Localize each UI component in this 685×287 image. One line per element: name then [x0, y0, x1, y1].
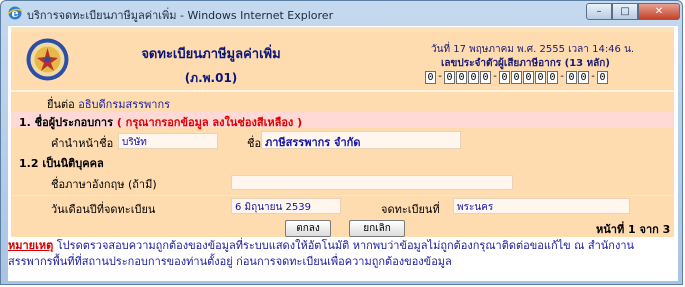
registered-at-field[interactable]: พระนคร — [453, 198, 630, 214]
form-panel: จดทะเบียนภาษีมูลค่าเพิ่ม (ภ.พ.01) วันที่… — [11, 32, 674, 237]
taxid-separator: - — [591, 71, 595, 82]
taxid-separator: - — [560, 71, 564, 82]
remark-note: หมายเหตุ โปรดตรวจสอบความถูกต้องของข้อมูล… — [8, 238, 668, 270]
current-date: วันที่ 17 พฤษภาคม พ.ศ. 2555 เวลา 14:46 น… — [431, 44, 635, 55]
taxid-digit[interactable]: 0 — [511, 71, 522, 84]
section-1-warning: ( กรุณากรอกข้อมูล ลงในช่องสีเหลือง ) — [116, 116, 303, 129]
taxid-digit[interactable]: 0 — [425, 71, 436, 84]
taxid-digit[interactable]: 0 — [566, 71, 577, 84]
taxid-digit[interactable]: 0 — [535, 71, 546, 84]
page-content: จดทะเบียนภาษีมูลค่าเพิ่ม (ภ.พ.01) วันที่… — [8, 26, 678, 281]
taxid-label: เลขประจำตัวผู้เสียภาษีอากร (13 หลัก) — [441, 58, 610, 69]
maximize-button[interactable]: □ — [612, 3, 638, 20]
form-code: (ภ.พ.01) — [184, 71, 238, 85]
taxid-digit[interactable]: 0 — [597, 71, 608, 84]
taxid-digit[interactable]: 0 — [480, 71, 491, 84]
english-name-field[interactable] — [231, 175, 513, 190]
taxid-digit[interactable]: 0 — [499, 71, 510, 84]
prefix-label: คำนำหน้าชื่อ — [51, 137, 114, 150]
taxid-digit[interactable]: 0 — [468, 71, 479, 84]
separator — [11, 195, 674, 196]
registration-date-label: วันเดือนปีที่จดทะเบียน — [51, 203, 156, 216]
name-field[interactable]: ภาษีสรรพากร จำกัด — [261, 131, 461, 149]
english-name-label: ชื่อภาษาอังกฤษ (ถ้ามี) — [51, 178, 157, 191]
registered-at-label: จดทะเบียนที่ — [381, 203, 440, 216]
taxid-boxes: 0 - 0 0 0 0 - 0 0 0 0 0 - 0 0 - 0 — [425, 71, 608, 84]
cancel-button[interactable]: ยกเลิก — [349, 220, 405, 237]
submit-to: ยื่นต่อ อธิบดีกรมสรรพากร — [47, 95, 170, 113]
submit-to-label: ยื่นต่อ — [47, 98, 75, 111]
ok-button[interactable]: ตกลง — [285, 220, 331, 237]
prefix-field[interactable]: บริษัท — [118, 133, 218, 149]
section-1-title: 1. ชื่อผู้ประกอบการ ( กรุณากรอกข้อมูล ลง… — [19, 113, 302, 131]
taxid-digit[interactable]: 0 — [444, 71, 455, 84]
taxid-separator: - — [493, 71, 497, 82]
page-indicator: หน้าที่ 1 จาก 3 — [596, 223, 671, 236]
section-1-2-title: 1.2 เป็นนิติบุคคล — [19, 157, 104, 170]
form-title: จดทะเบียนภาษีมูลค่าเพิ่ม — [141, 47, 281, 62]
taxid-digit[interactable]: 0 — [523, 71, 534, 84]
taxid-digit[interactable]: 0 — [578, 71, 589, 84]
close-button[interactable]: ✕ — [638, 3, 680, 20]
taxid-digit[interactable]: 0 — [456, 71, 467, 84]
browser-window: e บริการจดทะเบียนภาษีมูลค่าเพิ่ม - Windo… — [0, 0, 683, 285]
registration-date-field[interactable]: 6 มิถุนายน 2539 — [231, 198, 341, 214]
remark-label: หมายเหตุ — [8, 239, 54, 252]
internet-explorer-icon: e — [7, 6, 23, 20]
minimize-button[interactable]: – — [586, 3, 612, 20]
separator — [11, 90, 674, 92]
taxid-digit[interactable]: 0 — [547, 71, 558, 84]
section-1-label: 1. ชื่อผู้ประกอบการ — [19, 116, 113, 129]
window-title: บริการจดทะเบียนภาษีมูลค่าเพิ่ม - Windows… — [27, 9, 334, 22]
taxid-separator: - — [438, 71, 442, 82]
name-label: ชื่อ — [247, 137, 262, 150]
remark-text: โปรดตรวจสอบความถูกต้องของข้อมูลที่ระบบแส… — [8, 239, 635, 268]
title-bar: e บริการจดทะเบียนภาษีมูลค่าเพิ่ม - Windo… — [1, 1, 684, 25]
submit-to-value: อธิบดีกรมสรรพากร — [78, 98, 171, 111]
